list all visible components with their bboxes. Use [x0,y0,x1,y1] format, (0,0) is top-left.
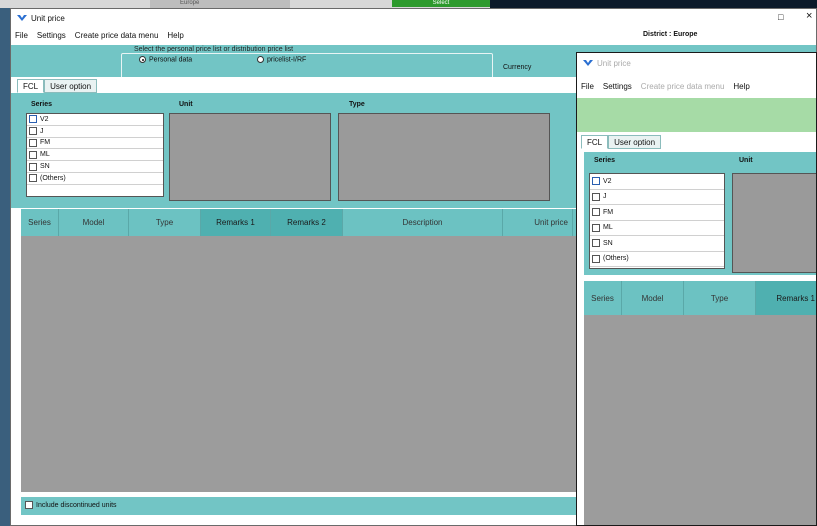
radio-personal-icon[interactable] [139,56,146,63]
series-item-label: V2 [40,115,49,123]
col-series[interactable]: Series [21,209,59,236]
second-window-title: Unit price [597,58,631,68]
background-green-button[interactable]: Select [392,0,490,7]
minimize-button[interactable]: □ [778,12,783,22]
currency-label: Currency [503,64,532,71]
type-list[interactable] [338,113,550,201]
series-heading: Series [594,157,616,164]
radio-pricelist-label: pricelist-I/RF [267,56,307,64]
series-item-label: J [603,193,607,201]
menu-help[interactable]: Help [167,31,183,40]
col-unit-price[interactable]: Unit price [503,209,573,236]
type-heading: Type [349,101,365,108]
menu-settings[interactable]: Settings [603,82,632,91]
checkbox-icon[interactable] [592,208,600,217]
close-button[interactable]: × [806,10,812,22]
checkbox-icon[interactable] [592,192,600,201]
series-item-sn[interactable]: SN [590,236,724,252]
series-item-label: (Others) [40,174,66,182]
main-titlebar: Unit price [11,9,816,27]
district-label: District : Europe [643,31,698,38]
checkbox-icon[interactable] [592,223,600,232]
col-series[interactable]: Series [584,281,622,315]
radio-personal-data[interactable]: Personal data [139,56,192,63]
checkbox-icon[interactable] [29,138,37,147]
series-item-label: V2 [603,177,612,185]
menu-help[interactable]: Help [733,82,749,91]
price-source-prompt: Select the personal price list or distri… [132,46,296,53]
checkbox-icon[interactable] [592,239,600,248]
series-item-v2[interactable]: V2 [590,174,724,190]
radio-personal-label: Personal data [149,56,193,64]
app-logo-icon [17,15,27,21]
second-table-body[interactable] [584,315,816,525]
second-menubar: File Settings Create price data menu Hel… [577,79,816,93]
checkbox-icon[interactable] [25,501,33,509]
unit-heading: Unit [179,101,193,108]
series-item-label: ML [40,151,50,159]
second-tabs: FCL User option [581,135,662,149]
include-discontinued[interactable]: Include discontinued units [25,501,117,509]
tab-user-option[interactable]: User option [608,135,662,149]
tab-user-option[interactable]: User option [44,79,98,93]
series-list: V2 J FM ML SN (Others) [589,173,725,269]
menu-create-price-data[interactable]: Create price data menu [641,82,725,91]
checkbox-icon[interactable] [29,150,37,159]
checkbox-icon[interactable] [592,254,600,263]
checkbox-icon[interactable] [29,162,37,171]
menu-file[interactable]: File [581,82,594,91]
main-tabs: FCL User option [17,79,98,93]
series-item-label: FM [40,139,51,147]
unit-list[interactable] [169,113,331,201]
series-item-fm[interactable]: FM [27,138,163,150]
col-remarks-1[interactable]: Remarks 1 [201,209,271,236]
series-item-label: J [40,127,44,135]
col-model[interactable]: Model [59,209,129,236]
tab-fcl[interactable]: FCL [581,135,609,149]
series-item-label: ML [603,224,613,232]
checkbox-icon[interactable] [29,115,37,124]
series-item-ml[interactable]: ML [590,221,724,236]
checkbox-icon[interactable] [592,177,600,186]
unit-heading: Unit [739,157,753,164]
second-titlebar: Unit price [577,53,816,73]
menu-create-price-data[interactable]: Create price data menu [75,31,159,40]
series-item-fm[interactable]: FM [590,205,724,221]
series-item-ml[interactable]: ML [27,149,163,162]
series-list: V2 J FM ML SN (Others) [26,113,164,197]
menu-file[interactable]: File [15,31,28,40]
col-model[interactable]: Model [622,281,684,315]
series-item-j[interactable]: J [27,126,163,138]
checkbox-icon[interactable] [29,127,37,136]
checkbox-icon[interactable] [29,174,37,183]
col-type[interactable]: Type [129,209,201,236]
second-window: Unit price File Settings Create price da… [576,52,817,526]
series-item-label: FM [603,208,614,216]
col-remarks-2[interactable]: Remarks 2 [271,209,343,236]
second-green-band [577,98,816,132]
radio-pricelist[interactable]: pricelist-I/RF [257,56,306,63]
series-item-label: (Others) [603,255,629,263]
background-label: Europe [150,0,290,8]
col-remarks-1[interactable]: Remarks 1 [756,281,816,315]
series-item-others[interactable]: (Others) [590,252,724,267]
menu-settings[interactable]: Settings [37,31,66,40]
series-item-label: SN [40,163,50,171]
second-table-header: Series Model Type Remarks 1 [584,281,816,315]
radio-pricelist-icon[interactable] [257,56,264,63]
series-heading: Series [31,101,53,108]
col-type[interactable]: Type [684,281,756,315]
col-description[interactable]: Description [343,209,503,236]
main-window-title: Unit price [31,13,65,23]
background-right-strip [490,0,817,8]
series-item-v2[interactable]: V2 [27,114,163,126]
series-item-j[interactable]: J [590,190,724,205]
series-item-others[interactable]: (Others) [27,173,163,185]
unit-list[interactable] [732,173,816,273]
tab-fcl[interactable]: FCL [17,79,45,93]
series-item-sn[interactable]: SN [27,161,163,173]
include-discontinued-label: Include discontinued units [36,501,117,509]
app-logo-icon [583,60,593,66]
series-item-label: SN [603,239,613,247]
